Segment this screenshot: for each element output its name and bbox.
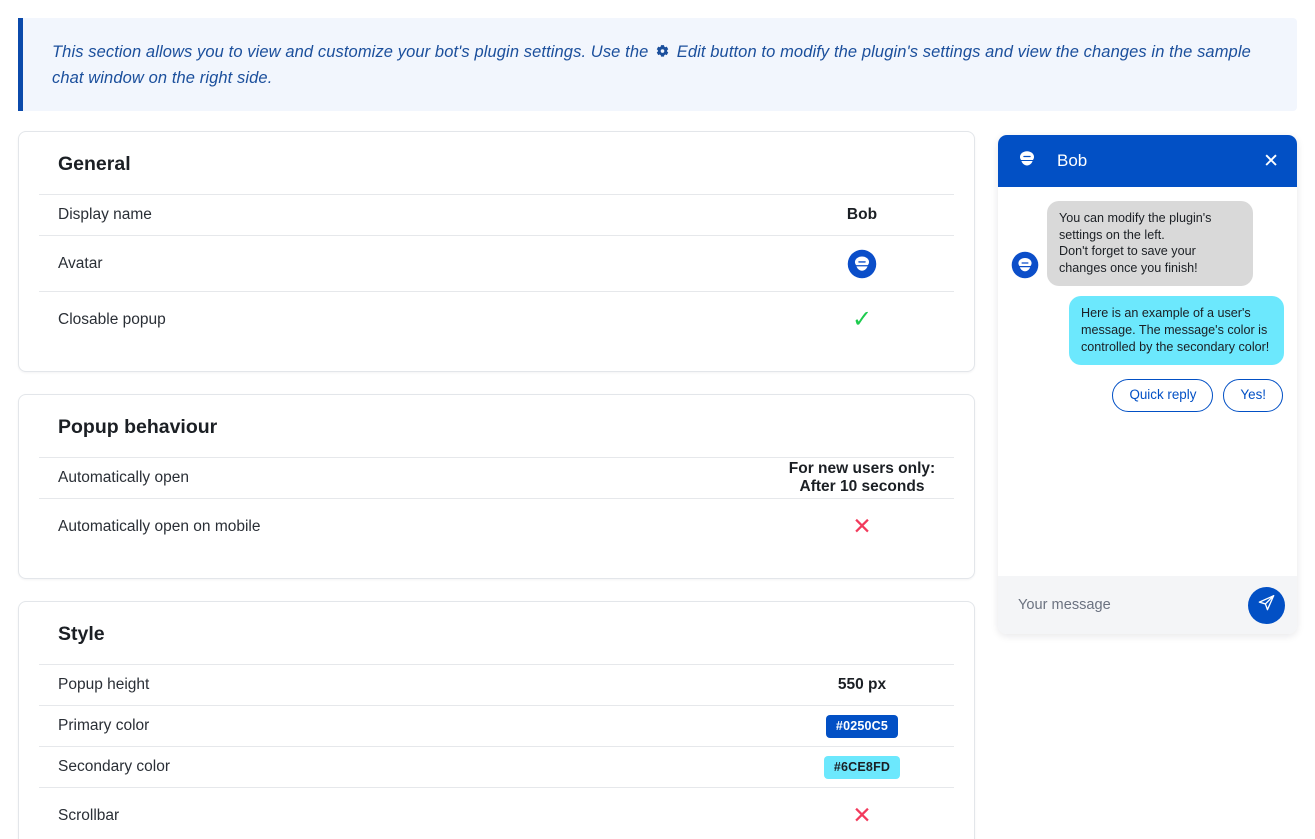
row-label-scrollbar: Scrollbar	[58, 807, 770, 825]
chat-header-avatar-icon	[1014, 146, 1040, 177]
rows-style: Popup height 550 px Primary color #0250C…	[39, 664, 954, 839]
row-label-primary-color: Primary color	[58, 717, 770, 735]
table-row[interactable]: Secondary color #6CE8FD	[39, 746, 954, 787]
quick-reply-button-1[interactable]: Quick reply	[1112, 379, 1213, 411]
rows-popup-behaviour: Automatically open For new users only: A…	[39, 457, 954, 578]
send-button[interactable]	[1248, 587, 1285, 624]
chat-footer	[998, 576, 1297, 634]
table-row[interactable]: Automatically open on mobile ✕	[39, 498, 954, 554]
bot-avatar-icon	[1011, 251, 1039, 284]
cross-icon: ✕	[852, 804, 871, 827]
row-value-primary-color: #0250C5	[770, 715, 954, 738]
table-row[interactable]: Closable popup ✓	[39, 291, 954, 347]
info-banner-text: This section allows you to view and cust…	[23, 40, 1297, 90]
rows-general: Display name Bob Avatar	[39, 194, 954, 371]
row-label-popup-height: Popup height	[58, 676, 770, 694]
check-icon: ✓	[852, 308, 872, 332]
table-row[interactable]: Display name Bob	[39, 194, 954, 235]
row-value-automatically-open-mobile: ✕	[770, 515, 954, 538]
chat-bubble-bot: You can modify the plugin's settings on …	[1047, 201, 1253, 286]
chat-message-list: You can modify the plugin's settings on …	[998, 187, 1297, 576]
bot-avatar-icon	[847, 249, 877, 279]
info-banner-text-part1: This section allows you to view and cust…	[52, 43, 653, 61]
row-value-scrollbar: ✕	[770, 804, 954, 827]
card-title-popup-behaviour: Popup behaviour	[39, 395, 954, 457]
cross-icon: ✕	[852, 515, 871, 538]
card-title-general: General	[39, 132, 954, 194]
card-general: General Display name Bob Avatar	[18, 131, 975, 372]
card-title-style: Style	[39, 602, 954, 664]
settings-column: General Display name Bob Avatar	[18, 131, 975, 839]
row-label-closable-popup: Closable popup	[58, 311, 770, 329]
chat-header: Bob ✕	[998, 135, 1297, 187]
table-row[interactable]: Scrollbar ✕	[39, 787, 954, 839]
row-value-automatically-open: For new users only: After 10 seconds	[770, 460, 954, 496]
quick-reply-group: Quick reply Yes!	[1011, 379, 1284, 411]
chat-header-title: Bob	[1057, 151, 1259, 171]
table-row[interactable]: Automatically open For new users only: A…	[39, 457, 954, 498]
close-icon[interactable]: ✕	[1259, 150, 1283, 173]
info-banner: This section allows you to view and cust…	[18, 18, 1297, 111]
table-row[interactable]: Primary color #0250C5	[39, 705, 954, 746]
quick-reply-button-2[interactable]: Yes!	[1223, 379, 1283, 411]
row-label-automatically-open-mobile: Automatically open on mobile	[58, 518, 770, 536]
card-popup-behaviour: Popup behaviour Automatically open For n…	[18, 394, 975, 579]
row-value-avatar	[770, 249, 954, 279]
page-root: This section allows you to view and cust…	[0, 0, 1315, 839]
color-swatch-secondary: #6CE8FD	[824, 756, 900, 779]
row-label-avatar: Avatar	[58, 255, 770, 273]
gear-icon	[655, 42, 670, 66]
row-value-display-name: Bob	[770, 206, 954, 224]
row-label-display-name: Display name	[58, 206, 770, 224]
chat-bubble-user: Here is an example of a user's message. …	[1069, 296, 1284, 365]
table-row[interactable]: Popup height 550 px	[39, 664, 954, 705]
chat-message-user: Here is an example of a user's message. …	[1011, 296, 1284, 365]
send-paper-plane-icon	[1257, 593, 1276, 617]
row-value-closable-popup: ✓	[770, 308, 954, 332]
row-value-popup-height: 550 px	[770, 676, 954, 694]
color-swatch-primary: #0250C5	[826, 715, 898, 738]
chat-preview-widget: Bob ✕ You can modify the plugin's settin…	[998, 135, 1297, 634]
row-label-automatically-open: Automatically open	[58, 469, 770, 487]
card-style: Style Popup height 550 px Primary color …	[18, 601, 975, 839]
table-row[interactable]: Avatar	[39, 235, 954, 291]
chat-message-bot: You can modify the plugin's settings on …	[1011, 201, 1284, 286]
row-label-secondary-color: Secondary color	[58, 758, 770, 776]
chat-message-input[interactable]	[1016, 596, 1248, 614]
row-value-secondary-color: #6CE8FD	[770, 756, 954, 779]
